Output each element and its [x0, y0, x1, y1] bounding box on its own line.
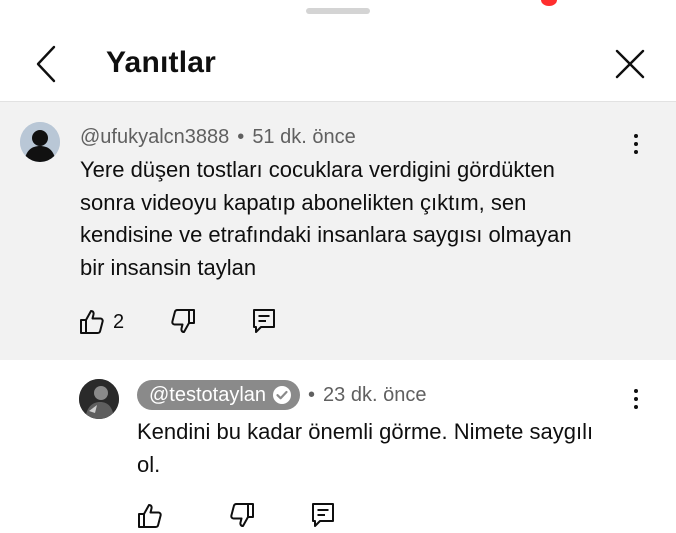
- reply-button[interactable]: [252, 308, 276, 334]
- more-vertical-icon: [634, 389, 638, 393]
- reply-icon: [253, 309, 275, 333]
- like-count: 2: [113, 310, 125, 333]
- comment-time: 51 dk. önce: [252, 126, 356, 148]
- reply-comment: @testotaylan • 23 dk. önce Kendini bu ka…: [0, 360, 676, 533]
- more-options-button[interactable]: [626, 385, 646, 413]
- meta-separator: •: [237, 126, 245, 148]
- more-vertical-icon-dot: [634, 405, 638, 409]
- thumbs-up-icon: [138, 504, 162, 528]
- more-options-button[interactable]: [626, 130, 646, 158]
- more-vertical-icon: [634, 134, 638, 138]
- avatar[interactable]: [20, 122, 60, 162]
- thumbs-down-icon: [230, 503, 254, 527]
- back-button[interactable]: [26, 42, 66, 86]
- verified-check-icon: [272, 385, 292, 405]
- reply-button[interactable]: [311, 502, 335, 528]
- notification-dot: [541, 0, 557, 6]
- more-vertical-icon-dot: [634, 142, 638, 146]
- dislike-button[interactable]: [229, 502, 255, 528]
- dislike-button[interactable]: [170, 308, 196, 334]
- comment-meta: @ufukyalcn3888 • 51 dk. önce: [80, 126, 356, 149]
- more-vertical-icon-dot: [634, 150, 638, 154]
- page-title: Yanıtlar: [106, 46, 216, 79]
- more-vertical-icon-dot: [634, 397, 638, 401]
- comment-text-line: bir insansin taylan: [80, 254, 257, 280]
- close-button[interactable]: [608, 42, 652, 86]
- comment-text-line: Kendini bu kadar önemli görme. Nimete sa…: [137, 419, 594, 444]
- avatar[interactable]: [79, 379, 119, 419]
- comment-text-line: kendisine ve etrafındaki insanlara saygı…: [80, 222, 572, 247]
- replies-header: Yanıtlar: [0, 22, 676, 102]
- sheet-drag-handle[interactable]: [306, 8, 370, 14]
- comment-text-line: ol.: [137, 451, 161, 477]
- user-avatar-image: [20, 122, 60, 162]
- comment-text-line: Yere düşen tostları cocuklara verdigini …: [80, 157, 555, 182]
- comment-meta: @testotaylan • 23 dk. önce: [137, 380, 426, 410]
- comment-time: 23 dk. önce: [323, 383, 427, 406]
- thumbs-down-icon: [171, 309, 195, 333]
- like-button[interactable]: [137, 503, 163, 529]
- author-chip[interactable]: @testotaylan: [137, 380, 301, 410]
- comment-body: Kendini bu kadar önemli görme. Nimete sa…: [137, 416, 637, 481]
- chevron-left-icon: [36, 45, 56, 83]
- comment-text-line: sonra videoyu kapatıp abonelikten çıktım…: [80, 189, 527, 215]
- meta-separator: •: [308, 383, 316, 406]
- comment-body: Yere düşen tostları cocuklara verdigini …: [80, 154, 620, 284]
- thumbs-up-icon: [80, 310, 104, 334]
- reply-icon: [312, 503, 334, 527]
- user-avatar-image: [79, 379, 119, 419]
- comment-author: @testotaylan: [149, 383, 267, 406]
- close-icon: [615, 49, 645, 79]
- parent-comment: @ufukyalcn3888 • 51 dk. önce Yere düşen …: [0, 102, 676, 360]
- comment-author[interactable]: @ufukyalcn3888: [80, 126, 229, 149]
- like-button[interactable]: 2: [79, 309, 124, 335]
